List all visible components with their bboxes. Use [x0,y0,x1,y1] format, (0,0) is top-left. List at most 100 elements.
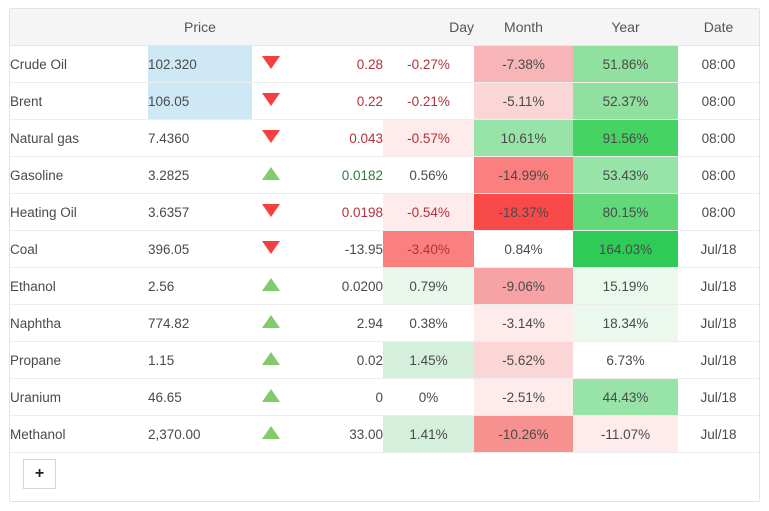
table-header: Price Day Month Year Date [10,9,759,46]
table-row[interactable]: Methanol 2,370.00 33.00 1.41% -10.26% -11.07%… [10,415,759,453]
row-day-percent: -0.54% [383,193,474,231]
row-day-percent: -0.57% [383,119,474,157]
row-day-percent: 0.38% [383,304,474,342]
row-month-percent: 0.84% [474,230,573,268]
app-root: Price Day Month Year Date Crude Oil 102.3… [0,0,769,511]
triangle-up-icon [262,315,280,328]
table-row[interactable]: Heating Oil 3.6357 0.0198 -0.54% -18.37% 80.1… [10,193,759,231]
row-commodity-name[interactable]: Propane [10,341,148,379]
row-commodity-name[interactable]: Natural gas [10,119,148,157]
row-price[interactable]: 2.56 [148,267,252,305]
row-month-percent: 10.61% [474,119,573,157]
row-price[interactable]: 102.320 [148,45,252,83]
column-header-year[interactable]: Year [573,9,678,46]
row-change-value: 0.0200 [290,267,383,305]
table-row[interactable]: Natural gas 7.4360 0.043 -0.57% 10.61% 91.56%… [10,119,759,157]
row-change-value: 0.043 [290,119,383,157]
row-day-percent: -0.27% [383,45,474,83]
table-row[interactable]: Propane 1.15 0.02 1.45% -5.62% 6.73% Jul/18 [10,341,759,379]
row-date: Jul/18 [678,230,759,268]
row-price[interactable]: 106.05 [148,82,252,120]
row-direction-cell [252,304,290,342]
row-year-percent: 52.37% [573,82,678,120]
footer-bar: + [10,453,759,501]
row-month-percent: -3.14% [474,304,573,342]
row-direction-cell [252,156,290,194]
row-price[interactable]: 7.4360 [148,119,252,157]
row-month-percent: -18.37% [474,193,573,231]
triangle-up-icon [262,352,280,365]
row-day-percent: 1.45% [383,341,474,379]
row-commodity-name[interactable]: Heating Oil [10,193,148,231]
row-commodity-name[interactable]: Coal [10,230,148,268]
table-row[interactable]: Coal 396.05 -13.95 -3.40% 0.84% 164.03% Jul/18 [10,230,759,268]
row-month-percent: -10.26% [474,415,573,453]
header-row: Price Day Month Year Date [10,9,759,46]
row-year-percent: -11.07% [573,415,678,453]
row-date: 08:00 [678,156,759,194]
row-price[interactable]: 1.15 [148,341,252,379]
row-date: Jul/18 [678,378,759,416]
row-commodity-name[interactable]: Methanol [10,415,148,453]
row-month-percent: -14.99% [474,156,573,194]
row-date: 08:00 [678,82,759,120]
row-change-value: 0.0182 [290,156,383,194]
row-direction-cell [252,341,290,379]
row-commodity-name[interactable]: Uranium [10,378,148,416]
row-day-percent: 0% [383,378,474,416]
row-price[interactable]: 2,370.00 [148,415,252,453]
row-change-value: -13.95 [290,230,383,268]
table-row[interactable]: Crude Oil 102.320 0.28 -0.27% -7.38% 51.86% 08… [10,45,759,83]
row-price[interactable]: 396.05 [148,230,252,268]
table-row[interactable]: Ethanol 2.56 0.0200 0.79% -9.06% 15.19% Jul/18 [10,267,759,305]
triangle-down-icon [262,56,280,69]
row-month-percent: -5.62% [474,341,573,379]
row-price[interactable]: 774.82 [148,304,252,342]
commodities-table: Price Day Month Year Date Crude Oil 102.3… [10,9,759,453]
row-day-percent: 1.41% [383,415,474,453]
row-day-percent: -0.21% [383,82,474,120]
table-row[interactable]: Uranium 46.65 0 0% -2.51% 44.43% Jul/18 [10,378,759,416]
row-commodity-name[interactable]: Crude Oil [10,45,148,83]
row-price[interactable]: 3.2825 [148,156,252,194]
row-date: Jul/18 [678,415,759,453]
table-row[interactable]: Brent 106.05 0.22 -0.21% -5.11% 52.37% 08:00 [10,82,759,120]
triangle-down-icon [262,130,280,143]
row-date: Jul/18 [678,267,759,305]
add-row-button[interactable]: + [23,459,56,489]
column-header-change[interactable] [290,9,383,46]
table-row[interactable]: Naphtha 774.82 2.94 0.38% -3.14% 18.34% Jul/18 [10,304,759,342]
column-header-day[interactable]: Day [383,9,474,46]
row-commodity-name[interactable]: Naphtha [10,304,148,342]
table-body: Crude Oil 102.320 0.28 -0.27% -7.38% 51.86% 08… [10,45,759,453]
column-header-arrow[interactable] [252,9,290,46]
row-day-percent: 0.56% [383,156,474,194]
row-month-percent: -5.11% [474,82,573,120]
row-commodity-name[interactable]: Gasoline [10,156,148,194]
row-month-percent: -7.38% [474,45,573,83]
row-change-value: 0.22 [290,82,383,120]
column-header-date[interactable]: Date [678,9,759,46]
triangle-down-icon [262,204,280,217]
column-header-name[interactable] [10,9,148,46]
row-price[interactable]: 46.65 [148,378,252,416]
row-commodity-name[interactable]: Brent [10,82,148,120]
row-month-percent: -2.51% [474,378,573,416]
row-change-value: 0.0198 [290,193,383,231]
column-header-price[interactable]: Price [148,9,252,46]
column-header-month[interactable]: Month [474,9,573,46]
row-day-percent: 0.79% [383,267,474,305]
row-direction-cell [252,45,290,83]
row-change-value: 33.00 [290,415,383,453]
row-price[interactable]: 3.6357 [148,193,252,231]
row-change-value: 0.02 [290,341,383,379]
triangle-down-icon [262,93,280,106]
row-direction-cell [252,378,290,416]
row-change-value: 0 [290,378,383,416]
row-day-percent: -3.40% [383,230,474,268]
row-year-percent: 18.34% [573,304,678,342]
row-year-percent: 6.73% [573,341,678,379]
table-row[interactable]: Gasoline 3.2825 0.0182 0.56% -14.99% 53.43% 08… [10,156,759,194]
row-commodity-name[interactable]: Ethanol [10,267,148,305]
row-year-percent: 44.43% [573,378,678,416]
